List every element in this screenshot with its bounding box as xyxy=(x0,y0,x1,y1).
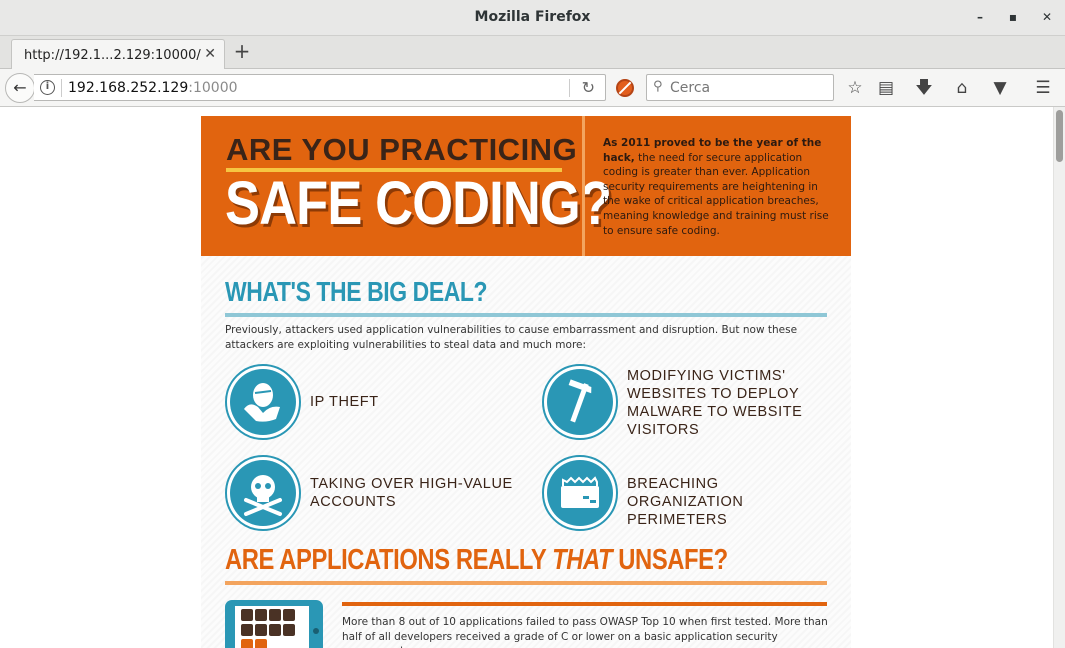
minimize-icon[interactable]: – xyxy=(972,9,988,25)
url-separator xyxy=(61,79,62,97)
hammer-icon xyxy=(542,364,618,440)
scrollbar-thumb[interactable] xyxy=(1056,110,1063,162)
info-icon[interactable]: i xyxy=(40,80,55,95)
item-label: TAKING OVER HIGH-VALUE ACCOUNTS xyxy=(310,476,513,510)
item-label: MODIFYING VICTIMS' WEBSITES TO DEPLOY MA… xyxy=(627,368,803,438)
url-port: :10000 xyxy=(188,80,238,96)
window-title: Mozilla Firefox xyxy=(474,9,591,25)
section-title-big-deal: WHAT'S THE BIG DEAL? xyxy=(225,276,488,307)
menu-icon[interactable]: ☰ xyxy=(1031,76,1055,100)
reading-list-icon[interactable]: ▤ xyxy=(874,76,898,100)
url-bar[interactable]: i 192.168.252.129:10000 ↻ xyxy=(34,74,606,101)
url-host: 192.168.252.129 xyxy=(68,80,189,96)
skull-crossbones-icon xyxy=(225,455,301,531)
tab-label: http://192.1...2.129:10000/ xyxy=(24,48,201,63)
tablet-icon xyxy=(225,600,323,648)
infographic: ARE YOU PRACTICING SAFE CODING? As 2011 … xyxy=(201,116,851,648)
fact-text: More than 8 out of 10 applications faile… xyxy=(342,616,828,648)
hero-line-1: ARE YOU PRACTICING xyxy=(226,132,578,167)
new-tab-button[interactable]: + xyxy=(232,40,252,62)
reload-icon[interactable]: ↻ xyxy=(582,78,595,97)
vertical-scrollbar[interactable] xyxy=(1053,107,1065,648)
fact-rule xyxy=(342,602,827,606)
section-rule xyxy=(225,581,827,585)
tablet-screen xyxy=(235,606,309,648)
navigation-toolbar: ← i 192.168.252.129:10000 ↻ ⚲ Cerca ☆ ▤ … xyxy=(0,69,1065,107)
item-label: BREACHING ORGANIZATION PERIMETERS xyxy=(627,476,744,528)
window-titlebar: Mozilla Firefox – ▪ ✕ xyxy=(0,0,1065,36)
download-icon[interactable]: 🡇 xyxy=(912,76,936,100)
close-icon[interactable]: ✕ xyxy=(1039,9,1055,25)
hero-divider xyxy=(582,116,585,256)
hero-intro-text: the need for secure application coding i… xyxy=(603,151,829,237)
tab-strip: http://192.1...2.129:10000/ ✕ xyxy=(0,36,1065,70)
maximize-icon[interactable]: ▪ xyxy=(1005,9,1021,25)
back-button[interactable]: ← xyxy=(5,73,35,103)
section-rule xyxy=(225,313,827,317)
url-separator xyxy=(569,79,570,97)
home-icon[interactable]: ⌂ xyxy=(950,76,974,100)
search-icon: ⚲ xyxy=(653,79,663,94)
hero-banner: ARE YOU PRACTICING SAFE CODING? As 2011 … xyxy=(201,116,851,256)
pocket-icon[interactable]: ▼ xyxy=(988,76,1012,100)
section-title-emphasis: THAT xyxy=(552,544,613,576)
brick-wall-icon xyxy=(542,455,618,531)
page-viewport: ARE YOU PRACTICING SAFE CODING? As 2011 … xyxy=(0,107,1053,648)
back-icon: ← xyxy=(13,78,27,97)
url-text[interactable]: 192.168.252.129:10000 xyxy=(68,80,238,96)
search-bar[interactable]: ⚲ Cerca xyxy=(646,74,834,101)
close-icon[interactable]: ✕ xyxy=(204,46,216,62)
noscript-icon[interactable] xyxy=(616,79,634,97)
section-title-part: UNSAFE? xyxy=(612,544,728,576)
browser-tab[interactable]: http://192.1...2.129:10000/ ✕ xyxy=(11,39,225,70)
head-in-hand-icon xyxy=(225,364,301,440)
search-placeholder: Cerca xyxy=(670,80,711,96)
hero-intro: As 2011 proved to be the year of the hac… xyxy=(603,136,835,238)
bookmark-star-icon[interactable]: ☆ xyxy=(843,76,867,100)
hero-line-2: SAFE CODING? xyxy=(225,169,612,237)
section-paragraph: Previously, attackers used application v… xyxy=(225,324,798,351)
item-label: IP THEFT xyxy=(310,394,379,410)
section-title-part: ARE APPLICATIONS REALLY xyxy=(225,544,553,576)
section-title-unsafe: ARE APPLICATIONS REALLY THAT UNSAFE? xyxy=(225,544,728,577)
